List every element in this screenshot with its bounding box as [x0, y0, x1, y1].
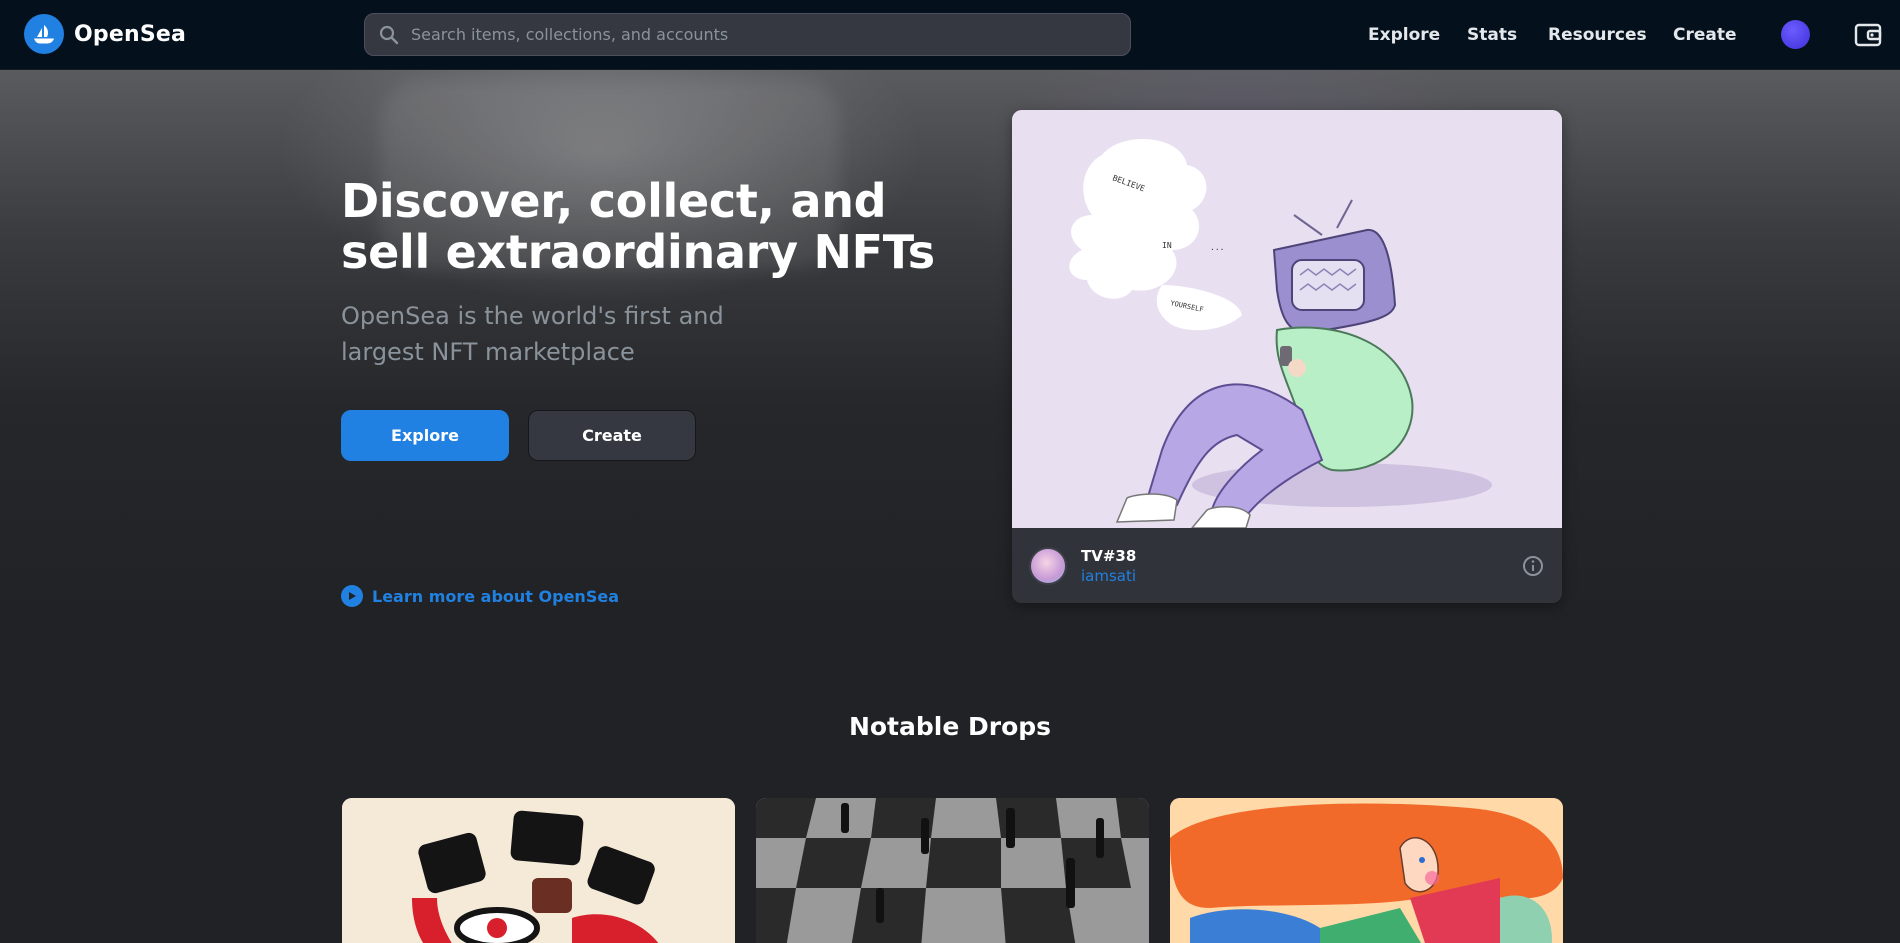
notable-drop-card[interactable]: [1170, 798, 1563, 943]
top-nav-bar: OpenSea Explore Stats Resources Create: [0, 0, 1900, 70]
notable-drop-card[interactable]: [756, 798, 1149, 943]
featured-nft-info: TV#38 iamsati: [1012, 528, 1562, 603]
featured-nft-text: TV#38 iamsati: [1081, 547, 1136, 585]
brand-logo[interactable]: OpenSea: [24, 14, 186, 54]
artwork-text-ellipsis: ...: [1210, 243, 1224, 252]
explore-button[interactable]: Explore: [341, 410, 509, 461]
wallet-icon[interactable]: [1853, 20, 1883, 50]
nav-explore[interactable]: Explore: [1368, 25, 1440, 45]
notable-drop-card[interactable]: [342, 798, 735, 943]
nav-resources[interactable]: Resources: [1548, 25, 1647, 45]
hero-subtitle: OpenSea is the world's first and largest…: [341, 302, 724, 366]
user-avatar[interactable]: [1781, 20, 1810, 49]
creator-avatar[interactable]: [1029, 546, 1067, 585]
brand-name: OpenSea: [74, 21, 187, 47]
play-icon: [341, 585, 363, 607]
hero-title: Discover, collect, and sell extraordinar…: [341, 174, 935, 279]
learn-more-link[interactable]: Learn more about OpenSea: [341, 585, 619, 607]
search-bar[interactable]: [364, 13, 1131, 56]
create-button[interactable]: Create: [528, 410, 696, 461]
learn-more-label: Learn more about OpenSea: [372, 586, 619, 606]
hero-background: [0, 70, 1900, 630]
notable-drops-heading: Notable Drops: [848, 712, 1052, 741]
nav-stats[interactable]: Stats: [1467, 25, 1517, 45]
featured-nft-artwork[interactable]: BELIEVE IN ... YOURSELF: [1012, 110, 1562, 529]
nav-create[interactable]: Create: [1673, 25, 1737, 45]
nft-name[interactable]: TV#38: [1081, 547, 1136, 565]
search-icon: [379, 25, 399, 44]
search-input[interactable]: [411, 25, 1091, 44]
info-icon[interactable]: [1522, 555, 1544, 577]
featured-nft-card[interactable]: BELIEVE IN ... YOURSELF TV#38 iamsati: [1012, 110, 1562, 603]
creator-link[interactable]: iamsati: [1081, 567, 1136, 585]
artwork-text-in: IN: [1162, 241, 1172, 250]
opensea-logo-icon: [24, 14, 64, 54]
